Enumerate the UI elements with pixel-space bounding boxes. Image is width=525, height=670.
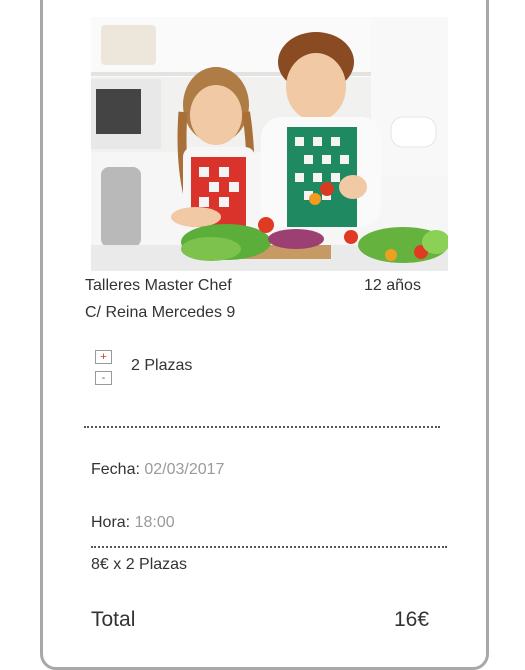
workshop-name: Talleres Master Chef [85,277,232,294]
divider [91,546,447,548]
time-label: Hora: [91,514,131,531]
workshop-address: C/ Reina Mercedes 9 [85,304,236,321]
divider [84,426,440,428]
workshop-photo [91,17,448,271]
time-value: 18:00 [134,514,175,531]
workshop-age: 12 años [364,277,421,294]
date-row: Fecha: 02/03/2017 [91,461,224,479]
seats-stepper: + - [95,350,115,385]
decrease-seats-button[interactable]: - [95,371,112,385]
seats-count: 2 Plazas [131,357,193,374]
date-value: 02/03/2017 [144,461,225,478]
increase-seats-button[interactable]: + [95,350,112,364]
date-label: Fecha: [91,461,140,478]
price-summary: 8€ x 2 Plazas [91,556,188,573]
total-value: 16€ [394,608,430,631]
total-label: Total [91,608,136,631]
time-row: Hora: 18:00 [91,514,175,532]
